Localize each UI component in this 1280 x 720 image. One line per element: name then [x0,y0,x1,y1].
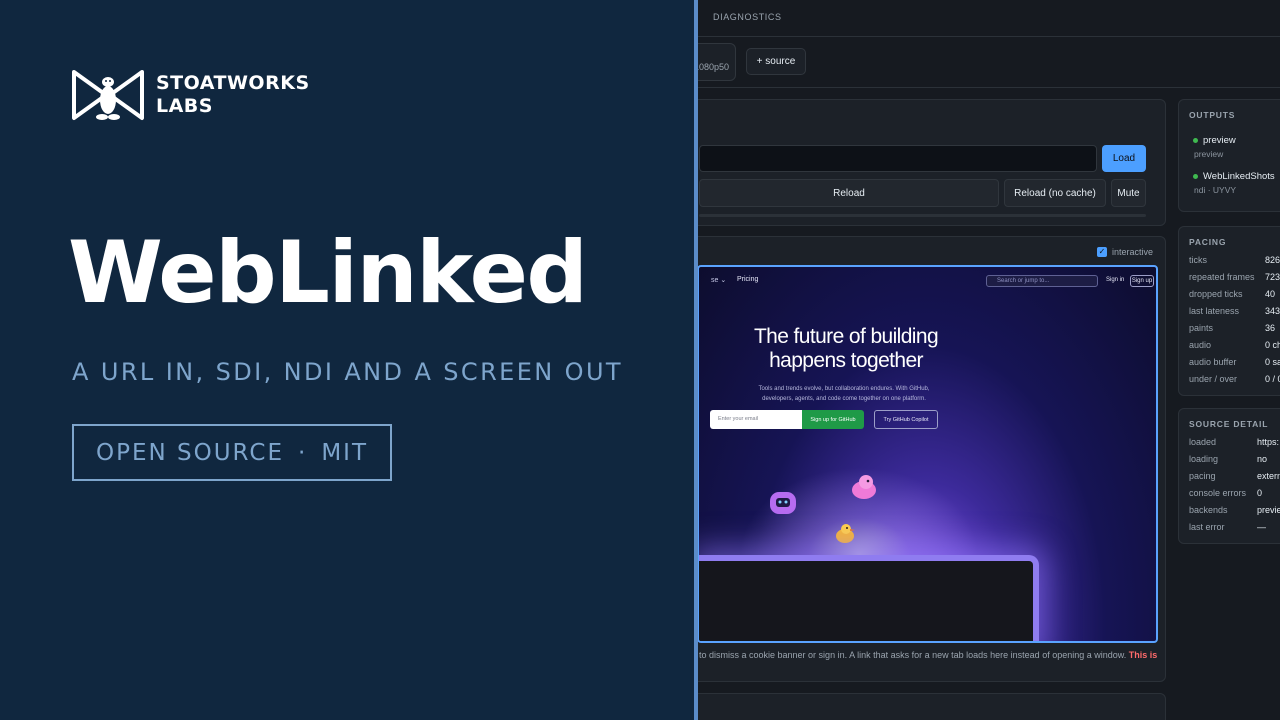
detail-key: loaded [1189,437,1217,447]
preview-search-input[interactable]: Search or jump to... [986,275,1098,287]
output-item[interactable]: WebLinkedShots ndi · UYVY [1193,171,1275,195]
mute-button[interactable]: Mute [1111,179,1146,207]
logo-line-2: LABS [156,95,213,117]
pacing-value: 723 [1265,272,1280,282]
badge-open-source: OPEN SOURCE [96,439,284,466]
bottom-card [698,693,1166,720]
output-sub: ndi · UYVY [1194,185,1237,195]
preview-email-input[interactable]: Enter your email [710,410,802,429]
reload-no-cache-button[interactable]: Reload (no cache) [1004,179,1106,207]
detail-key: backends [1189,505,1228,515]
checkbox-checked-icon[interactable]: ✓ [1096,247,1107,257]
pacing-value: 0 ch [1265,340,1280,350]
source-controls-card: Load Reload Reload (no cache) Mute [698,99,1166,226]
pink-duck-icon [852,475,876,499]
output-name: preview [1203,135,1236,146]
caption-warning: This is the [1128,650,1159,660]
detail-value: previe [1257,505,1280,515]
detail-value: — [1257,522,1266,532]
detail-value: https: [1257,437,1280,447]
source-detail-title: SOURCE DETAIL [1189,419,1269,429]
pacing-key: dropped ticks [1189,289,1243,299]
product-tagline: A URL IN, SDI, NDI AND A SCREEN OUT [72,358,623,386]
preview-sign-up-button[interactable]: Sign up [1130,275,1154,287]
status-dot-icon [1193,173,1198,179]
badge-license: MIT [321,439,368,466]
preview-copilot-button[interactable]: Try GitHub Copilot [874,410,938,429]
badge-separator: · [298,439,308,466]
preview-sign-in-link[interactable]: Sign in [1106,277,1124,283]
live-preview-screen[interactable]: se ⌄ Pricing Search or jump to... Sign i… [698,265,1158,643]
license-badge: OPEN SOURCE · MIT [72,424,392,481]
logo-line-1: STOATWORKS [156,72,310,94]
outputs-card: OUTPUTS preview preview WebLinkedShots n… [1178,99,1280,212]
pacing-value: 0 / 0 [1265,374,1280,384]
outputs-title: OUTPUTS [1189,110,1236,120]
pacing-value: 40 [1265,289,1276,299]
preview-nav-pricing[interactable]: Pricing [737,276,758,283]
output-item[interactable]: preview preview [1193,135,1236,159]
detail-value: no [1257,454,1268,464]
brand-panel: STOATWORKS LABS WebLinked A URL IN, SDI,… [0,0,694,720]
interactive-label: interactive [1111,247,1153,257]
detail-key: pacing [1189,471,1216,481]
robot-mascot-icon [770,492,796,514]
pacing-key: repeated frames [1189,272,1255,282]
pacing-value: 826 [1265,255,1280,265]
interactive-toggle[interactable]: ✓ interactive [1096,247,1153,257]
preview-nav: se ⌄ Pricing Search or jump to... Sign i… [699,267,1156,293]
detail-value: 0 [1257,488,1263,498]
output-name: WebLinkedShots [1203,171,1275,182]
pacing-title: PACING [1189,237,1227,247]
status-dot-icon [1193,137,1198,143]
stoat-logo-icon [72,70,144,120]
pacing-value: 36 [1265,323,1276,333]
pacing-card: PACING ticks 826 repeated frames 723 dropp… [1178,226,1280,396]
app-screenshot: DIAGNOSTICS 1080p50 + source Load Reload… [698,0,1280,720]
preview-nav-menu[interactable]: se ⌄ [711,276,726,284]
output-sub: preview [1194,149,1224,159]
app-topbar: DIAGNOSTICS [698,0,1280,37]
product-title: WebLinked [68,223,588,323]
preview-signup-button[interactable]: Sign up for GitHub [802,410,864,429]
hero-sub-line-1: Tools and trends evolve, but collaborati… [758,386,930,392]
url-input[interactable] [699,145,1097,172]
detail-key: last error [1189,522,1225,532]
hero-line-2: happens together [769,349,923,372]
volume-bar [699,214,1146,217]
preview-card: ✓ interactive se ⌄ Pricing Search or jum… [698,236,1166,682]
detail-value: extern [1257,471,1280,481]
pacing-key: audio [1189,340,1212,350]
pacing-value: 343 [1265,306,1280,316]
pacing-key: audio buffer [1189,357,1237,367]
preview-monitor-illustration [699,555,1039,641]
pacing-value: 0 sa [1265,357,1280,367]
hero-sub-line-2: developers, agents, and code come togeth… [762,396,926,402]
hero-line-1: The future of building [753,325,939,348]
source-chip[interactable]: 1080p50 [698,43,736,81]
source-bar: 1080p50 + source [698,37,1280,88]
tab-diagnostics[interactable]: DIAGNOSTICS [713,12,782,22]
load-button[interactable]: Load [1102,145,1146,172]
caption-text: to dismiss a cookie banner or sign in. A… [699,650,1127,660]
detail-key: loading [1189,454,1219,464]
add-source-button[interactable]: + source [746,48,806,75]
pacing-key: paints [1189,323,1214,333]
yellow-duck-icon [836,524,855,543]
reload-button[interactable]: Reload [699,179,999,207]
stoatworks-logo: STOATWORKS LABS [72,68,310,122]
pacing-key: ticks [1189,255,1207,265]
detail-key: console errors [1189,488,1247,498]
pacing-key: under / over [1189,374,1238,384]
source-format: 1080p50 [698,62,729,72]
preview-caption: to dismiss a cookie banner or sign in. A… [699,649,1159,661]
source-detail-card: SOURCE DETAIL loaded https: loading no pac… [1178,408,1280,544]
pacing-key: last lateness [1189,306,1240,316]
